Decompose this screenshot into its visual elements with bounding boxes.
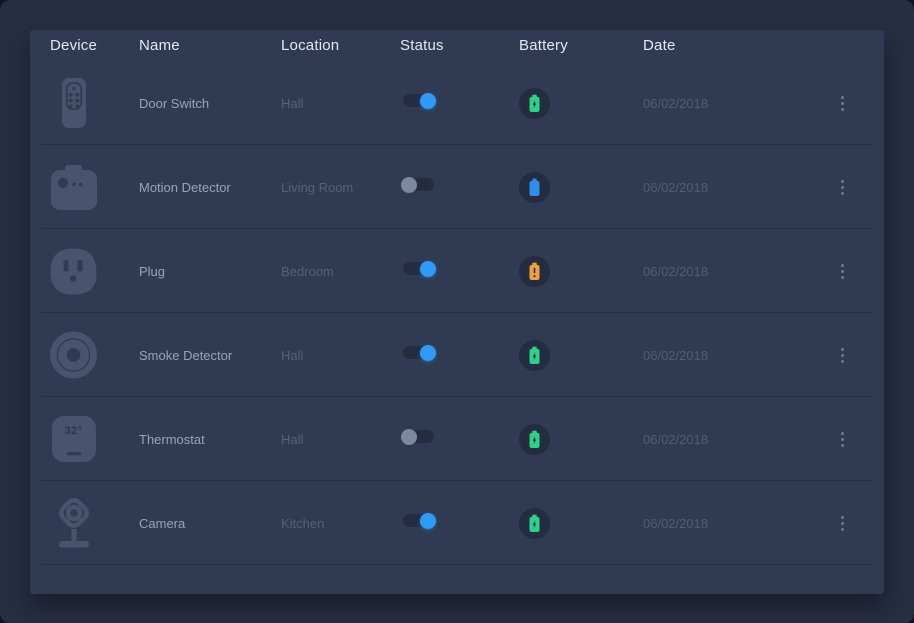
- device-location: Hall: [281, 348, 400, 363]
- table-row: Camera Kitchen 06/02/2018: [30, 481, 884, 565]
- device-name: Smoke Detector: [139, 348, 281, 363]
- column-header-date: Date: [643, 37, 820, 54]
- device-cell: [50, 495, 139, 551]
- battery-charging-icon: [528, 94, 541, 113]
- device-location: Living Room: [281, 180, 400, 195]
- table-body: Door Switch Hall 06/02/2018 Motion Detec…: [30, 61, 884, 565]
- column-header-device: Device: [50, 37, 139, 54]
- column-header-location: Location: [281, 37, 400, 54]
- status-toggle[interactable]: [403, 262, 434, 275]
- kebab-menu-icon[interactable]: [832, 258, 852, 284]
- kebab-menu-icon[interactable]: [832, 342, 852, 368]
- battery-charging-icon: [528, 430, 541, 449]
- battery-indicator: [519, 424, 550, 455]
- devices-table-card: Device Name Location Status Battery Date…: [30, 30, 884, 594]
- table-row: Door Switch Hall 06/02/2018: [30, 61, 884, 145]
- toggle-knob: [401, 429, 417, 445]
- device-name: Motion Detector: [139, 180, 281, 195]
- status-toggle[interactable]: [403, 346, 434, 359]
- device-date: 06/02/2018: [643, 348, 820, 363]
- battery-indicator: [519, 256, 550, 287]
- kebab-menu-icon[interactable]: [832, 426, 852, 452]
- device-date: 06/02/2018: [643, 432, 820, 447]
- column-header-name: Name: [139, 37, 281, 54]
- battery-indicator: [519, 88, 550, 119]
- table-row: Motion Detector Living Room 06/02/2018: [30, 145, 884, 229]
- device-location: Hall: [281, 432, 400, 447]
- status-toggle[interactable]: [403, 430, 434, 443]
- smoke-detector-icon: [50, 331, 97, 379]
- device-cell: [50, 327, 139, 383]
- device-icon-box: [50, 327, 97, 383]
- device-date: 06/02/2018: [643, 96, 820, 111]
- device-cell: 32°: [50, 411, 139, 467]
- page-background: Device Name Location Status Battery Date…: [0, 0, 914, 623]
- battery-indicator: [519, 340, 550, 371]
- table-row: Plug Bedroom 06/02/2018: [30, 229, 884, 313]
- device-name: Camera: [139, 516, 281, 531]
- thermostat-temp-label: 32°: [50, 425, 97, 437]
- toggle-knob: [420, 261, 436, 277]
- device-icon-box: [50, 159, 97, 215]
- device-name: Thermostat: [139, 432, 281, 447]
- battery-indicator: [519, 172, 550, 203]
- device-location: Bedroom: [281, 264, 400, 279]
- battery-charging-icon: [528, 346, 541, 365]
- device-icon-box: [50, 495, 97, 551]
- remote-icon: [62, 78, 86, 128]
- table-row: Smoke Detector Hall 06/02/2018: [30, 313, 884, 397]
- column-header-status: Status: [400, 37, 519, 54]
- status-toggle[interactable]: [403, 178, 434, 191]
- table-row: 32° Thermostat Hall 06/02/2018: [30, 397, 884, 481]
- battery-charging-icon: [528, 514, 541, 533]
- column-header-battery: Battery: [519, 37, 643, 54]
- battery-full-icon: [528, 178, 541, 197]
- device-location: Kitchen: [281, 516, 400, 531]
- status-toggle[interactable]: [403, 514, 434, 527]
- device-cell: [50, 159, 139, 215]
- toggle-knob: [420, 93, 436, 109]
- device-icon-box: 32°: [50, 411, 97, 467]
- camera-icon: [53, 495, 95, 551]
- kebab-menu-icon[interactable]: [832, 90, 852, 116]
- toggle-knob: [420, 513, 436, 529]
- device-name: Door Switch: [139, 96, 281, 111]
- kebab-menu-icon[interactable]: [832, 174, 852, 200]
- device-date: 06/02/2018: [643, 516, 820, 531]
- toggle-knob: [401, 177, 417, 193]
- battery-indicator: [519, 508, 550, 539]
- toggle-knob: [420, 345, 436, 361]
- kebab-menu-icon[interactable]: [832, 510, 852, 536]
- device-icon-box: [50, 243, 97, 299]
- device-cell: [50, 243, 139, 299]
- status-toggle[interactable]: [403, 94, 434, 107]
- device-icon-box: [50, 75, 97, 131]
- device-cell: [50, 75, 139, 131]
- plug-icon: [50, 248, 97, 295]
- device-date: 06/02/2018: [643, 180, 820, 195]
- motion-detector-icon: [51, 165, 97, 210]
- device-date: 06/02/2018: [643, 264, 820, 279]
- device-location: Hall: [281, 96, 400, 111]
- thermostat-icon: [52, 416, 96, 462]
- battery-low-icon: [528, 262, 541, 281]
- table-header-row: Device Name Location Status Battery Date: [30, 30, 884, 61]
- device-name: Plug: [139, 264, 281, 279]
